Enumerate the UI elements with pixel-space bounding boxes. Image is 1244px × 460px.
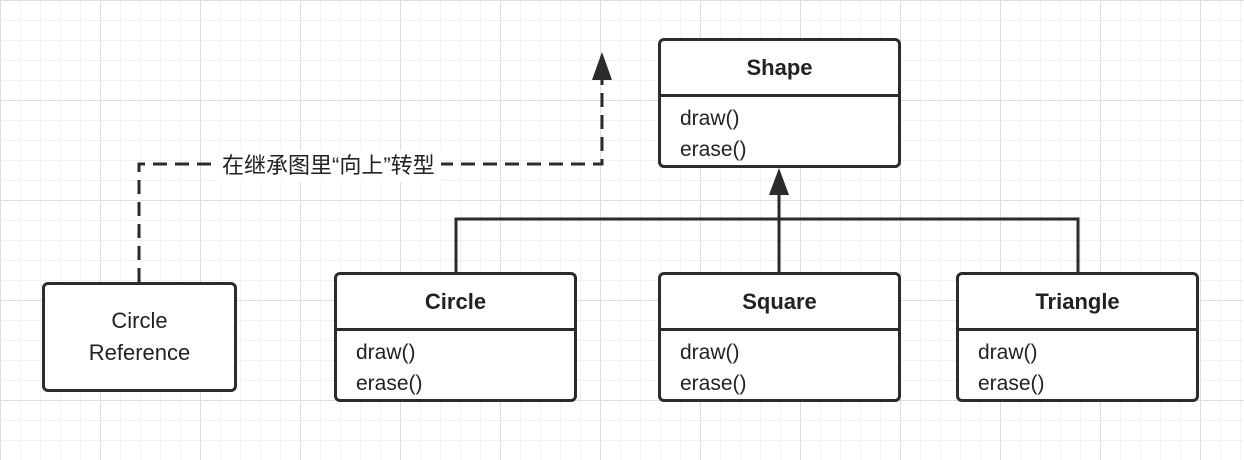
- reference-line-1: Circle: [111, 308, 168, 333]
- square-class-box: Square draw() erase(): [658, 272, 901, 402]
- inheritance-arrowhead-icon: [769, 168, 789, 195]
- inheritance-bus-line: [454, 217, 1080, 272]
- circle-method-draw: draw(): [356, 341, 416, 364]
- circle-reference-box: Circle Reference: [42, 282, 237, 392]
- triangle-class-box: Triangle draw() erase(): [956, 272, 1199, 402]
- square-method-list: draw() erase(): [661, 331, 898, 399]
- upcast-arrowhead-icon: [592, 52, 612, 80]
- upcast-label: 在继承图里“向上”转型: [216, 150, 441, 182]
- triangle-method-erase: erase(): [978, 372, 1045, 395]
- circle-method-erase: erase(): [356, 372, 423, 395]
- shape-method-draw: draw(): [680, 107, 740, 130]
- triangle-method-draw: draw(): [978, 341, 1038, 364]
- reference-line-2: Reference: [88, 340, 191, 365]
- triangle-class-title: Triangle: [959, 275, 1196, 331]
- circle-class-title: Circle: [337, 275, 574, 331]
- shape-class-title: Shape: [661, 41, 898, 97]
- shape-method-list: draw() erase(): [661, 97, 898, 165]
- circle-method-list: draw() erase(): [337, 331, 574, 399]
- triangle-method-list: draw() erase(): [959, 331, 1196, 399]
- shape-class-box: Shape draw() erase(): [658, 38, 901, 168]
- circle-class-box: Circle draw() erase(): [334, 272, 577, 402]
- square-method-erase: erase(): [680, 372, 747, 395]
- shape-method-erase: erase(): [680, 138, 747, 161]
- square-class-title: Square: [661, 275, 898, 331]
- square-method-draw: draw(): [680, 341, 740, 364]
